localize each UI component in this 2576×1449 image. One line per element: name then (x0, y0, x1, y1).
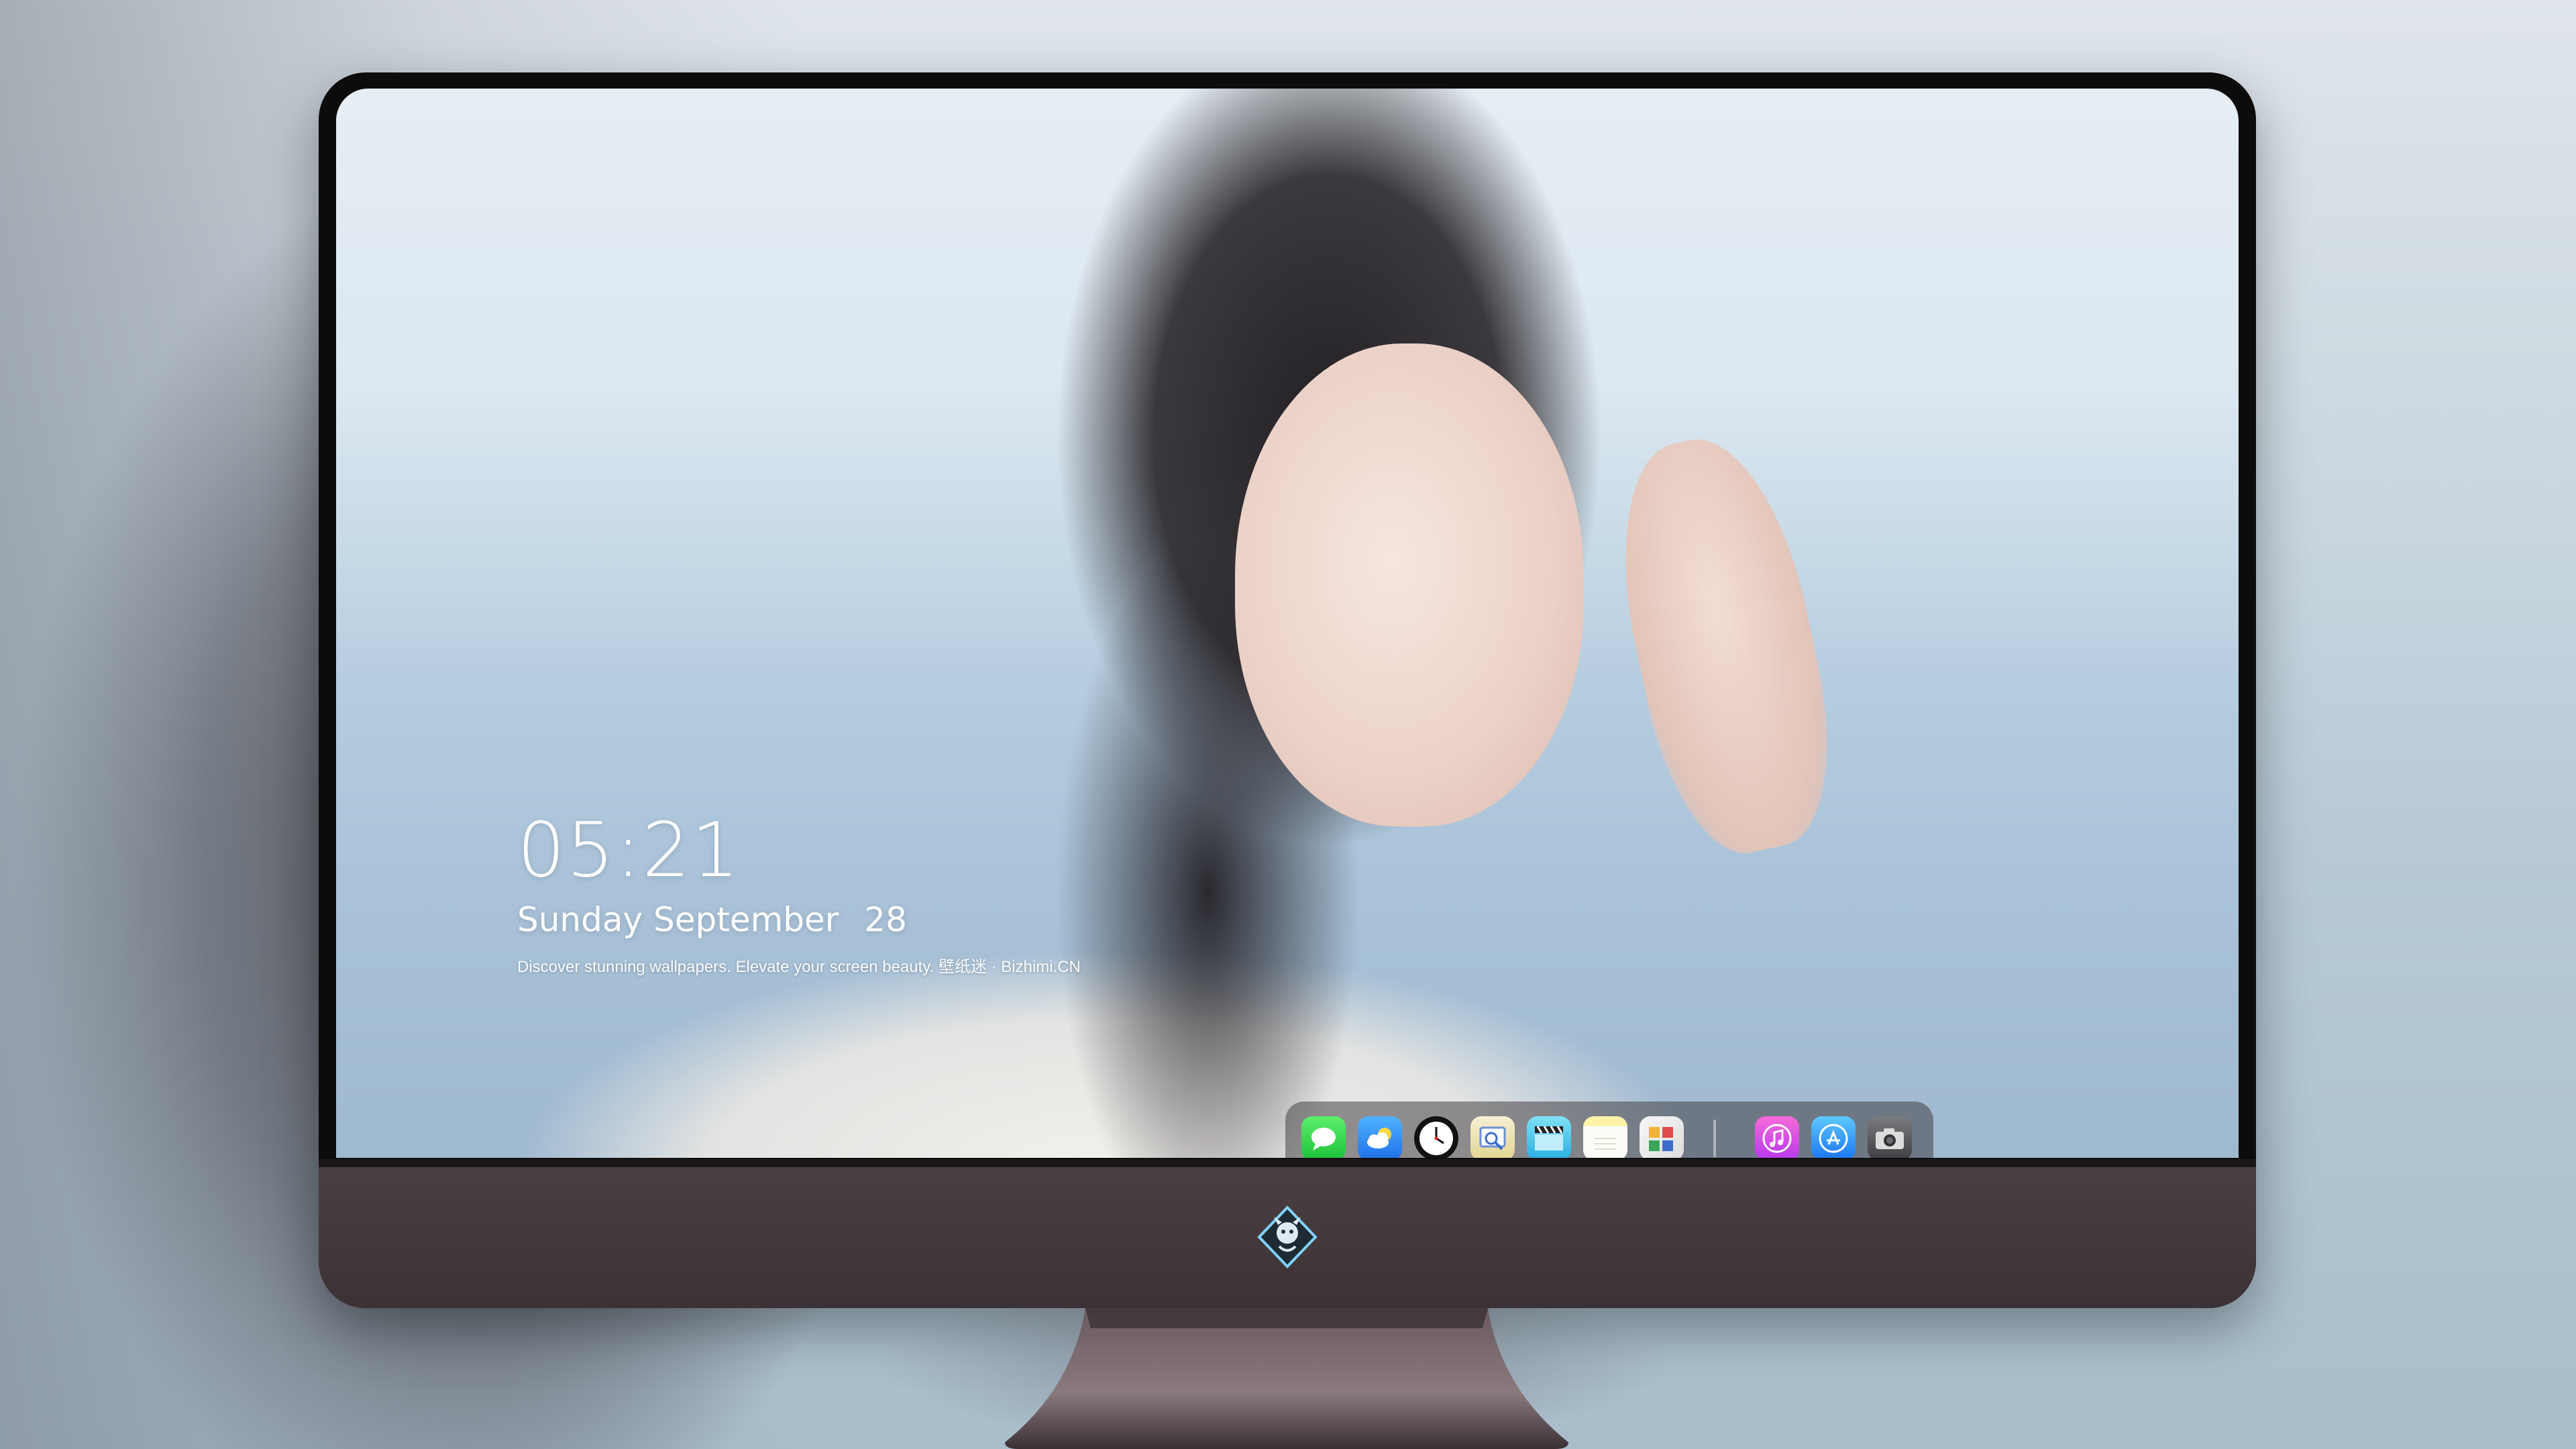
monitor: 05:21 Sunday September 28 Discover stunn… (319, 72, 2256, 1308)
messages-icon[interactable] (1301, 1116, 1346, 1158)
clock-month: September (653, 900, 839, 939)
wallpaper-face (1235, 343, 1584, 826)
dragon-emblem-logo (1257, 1205, 1318, 1269)
monitor-screen: 05:21 Sunday September 28 Discover stunn… (336, 89, 2239, 1158)
clock-time: 05:21 (517, 807, 741, 894)
clock-day-number: 28 (864, 900, 907, 939)
music-icon[interactable] (1755, 1116, 1799, 1158)
app-store-icon[interactable] (1811, 1116, 1856, 1158)
clock-day: Sunday (517, 900, 643, 939)
photos-icon[interactable] (1640, 1116, 1684, 1158)
dock (1285, 1102, 1933, 1158)
clock-date: Sunday September 28 (517, 903, 1081, 936)
wallpaper-tagline: Discover stunning wallpapers. Elevate yo… (517, 958, 1081, 976)
video-clapper-icon[interactable] (1527, 1116, 1571, 1158)
monitor-chin (319, 1159, 2256, 1308)
weather-icon[interactable] (1358, 1116, 1402, 1158)
clock-icon[interactable] (1414, 1116, 1458, 1158)
notes-icon[interactable] (1583, 1116, 1627, 1158)
preview-icon[interactable] (1470, 1116, 1515, 1158)
lock-screen-clock: 05:21 Sunday September 28 Discover stunn… (517, 813, 1081, 975)
camera-icon[interactable] (1868, 1116, 1912, 1158)
dock-separator (1713, 1120, 1716, 1157)
monitor-stand (1005, 1308, 1568, 1449)
